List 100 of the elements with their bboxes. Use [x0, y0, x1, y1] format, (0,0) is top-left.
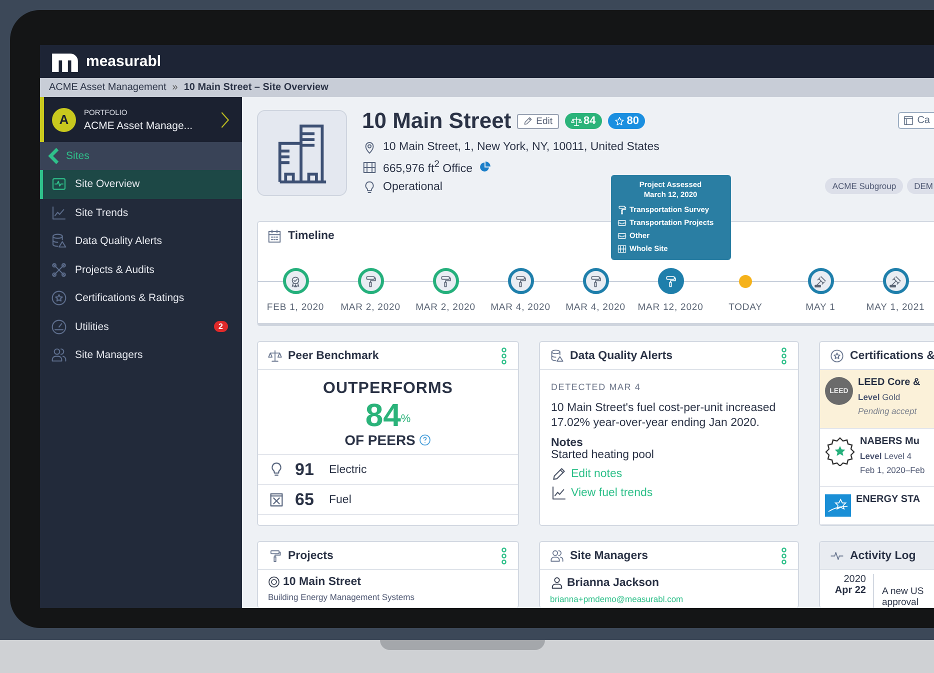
- utility-label: Electric: [329, 464, 367, 476]
- back-link[interactable]: Sites: [40, 142, 242, 170]
- star-seal-icon: [825, 436, 855, 466]
- sidebar-item[interactable]: Site Overview: [40, 170, 242, 198]
- sidebar-item[interactable]: Utilities 2: [40, 312, 242, 341]
- log-date: Apr 22: [834, 585, 866, 596]
- alert-message: 10 Main Street's fuel cost-per-unit increased 17.02% year-over-year ending Jan 2020.: [551, 401, 777, 431]
- card-title: Timeline: [288, 230, 334, 242]
- scale-icon: [570, 116, 582, 126]
- score-badge: 84: [564, 113, 602, 129]
- roller-icon: [589, 274, 602, 288]
- sidebar-item[interactable]: Site Trends: [40, 198, 242, 227]
- back-label: Sites: [66, 150, 90, 162]
- timeline-date: FEB 1, 2020: [266, 302, 324, 313]
- count-badge: 2: [214, 321, 228, 332]
- more-icon: [500, 346, 508, 364]
- tag: DEM: [907, 178, 934, 194]
- nav-label: Site Overview: [75, 178, 141, 190]
- timeline-node[interactable]: [882, 268, 908, 294]
- line-chart-icon: [551, 484, 567, 500]
- pie-chart-icon: [478, 161, 491, 173]
- project-name[interactable]: 10 Main Street: [283, 576, 361, 588]
- logo-icon: [52, 52, 78, 72]
- card-title: Activity Log: [850, 550, 916, 562]
- timeline-node[interactable]: [508, 268, 534, 294]
- floor-plan-icon: [616, 244, 626, 254]
- card-title: Peer Benchmark: [288, 350, 379, 362]
- certification-level: Level Gold: [858, 392, 902, 402]
- more-icon: [500, 546, 508, 564]
- nav-icon: [51, 176, 67, 192]
- log-text: approval: [882, 597, 920, 608]
- action-button[interactable]: Ca: [898, 112, 934, 129]
- timeline-node[interactable]: [282, 268, 308, 294]
- certification-level: Level Level 4: [860, 450, 913, 460]
- nav-icon: [51, 262, 67, 278]
- chevron-left-icon: [48, 146, 60, 166]
- certification-name: LEED Core &: [858, 377, 920, 388]
- sidebar-item[interactable]: Certifications & Ratings: [40, 284, 242, 312]
- certification-note: Pending accept: [858, 406, 918, 416]
- timeline-node[interactable]: [582, 268, 608, 294]
- tag: ACME Subgroup: [825, 178, 904, 194]
- certification-name: NABERS Mu: [860, 436, 920, 446]
- inbox-icon: [616, 230, 626, 240]
- timeline-node[interactable]: [358, 268, 384, 294]
- nav-label: Certifications & Ratings: [75, 292, 186, 304]
- card-title: Data Quality Alerts: [570, 350, 672, 362]
- breadcrumb-link[interactable]: ACME Asset Management: [49, 82, 166, 93]
- nav-icon: [51, 233, 67, 250]
- roller-icon: [364, 274, 377, 288]
- roller-icon: [514, 274, 527, 288]
- site-detail: 665,976 ft$^{2}$ Office: [383, 159, 473, 175]
- notes-label: Notes: [551, 437, 583, 449]
- roller-icon: [268, 548, 282, 562]
- nav-icon: [51, 318, 67, 335]
- board-icon: [903, 115, 914, 126]
- sidebar-item[interactable]: Projects & Audits: [40, 256, 242, 284]
- nav-label: Site Managers: [75, 349, 144, 362]
- star-icon: [614, 116, 625, 126]
- timeline-node[interactable]: [658, 268, 684, 294]
- sidebar-item[interactable]: Data Quality Alerts: [40, 227, 242, 256]
- more-icon: [780, 346, 788, 364]
- detected-date: DETECTED MAR 4: [551, 382, 641, 392]
- score: 91: [295, 460, 315, 480]
- lightbulb-icon: [362, 180, 377, 194]
- gavel-icon: [889, 274, 902, 288]
- nav-label: Data Quality Alerts: [75, 235, 163, 248]
- certification-note: Feb 1, 2020–Feb: [860, 464, 925, 474]
- nav-icon: [51, 204, 67, 221]
- certification-item[interactable]: NABERS Mu Level Level 4 Feb 1, 2020–Feb: [820, 428, 934, 487]
- timeline-date: MAR 4, 2020: [566, 302, 626, 313]
- person-icon: [550, 576, 564, 590]
- scale-icon: [268, 348, 282, 362]
- sidebar-item[interactable]: Site Managers: [40, 341, 242, 370]
- brand-name: measurabl: [86, 53, 162, 70]
- score: 65: [295, 490, 315, 510]
- site-detail: Operational: [383, 181, 442, 193]
- timeline-node[interactable]: [432, 268, 458, 294]
- notes-text: Started heating pool: [551, 449, 654, 461]
- timeline-date: MAY 1: [806, 302, 836, 313]
- card-title: Site Managers: [570, 550, 648, 562]
- log-text: A new US: [882, 586, 924, 597]
- timeline-node[interactable]: [808, 268, 834, 294]
- certification-item[interactable]: ENERGY STA: [820, 487, 934, 525]
- nav-label: Projects & Audits: [75, 264, 156, 276]
- pencil-icon: [523, 116, 534, 126]
- database-alert-icon: [550, 348, 564, 362]
- portfolio-name: ACME Asset Manage...: [84, 120, 194, 132]
- utility-label: Fuel: [329, 494, 352, 506]
- edit-button[interactable]: Edit: [517, 114, 559, 128]
- timeline-date: MAR 12, 2020: [638, 302, 704, 313]
- timeline-date: TODAY: [728, 302, 762, 313]
- card-title: Projects: [288, 550, 334, 562]
- calendar-icon: [267, 228, 282, 244]
- gavel-icon: [814, 274, 827, 288]
- timeline-date: MAR 4, 2020: [490, 302, 550, 313]
- star-badge-icon: [830, 348, 844, 362]
- log-year: 2020: [844, 574, 866, 585]
- headline: OUTPERFORMS: [323, 380, 453, 398]
- timeline-date: MAY 1, 2021: [866, 302, 925, 313]
- project-description: Building Energy Management Systems: [268, 592, 416, 602]
